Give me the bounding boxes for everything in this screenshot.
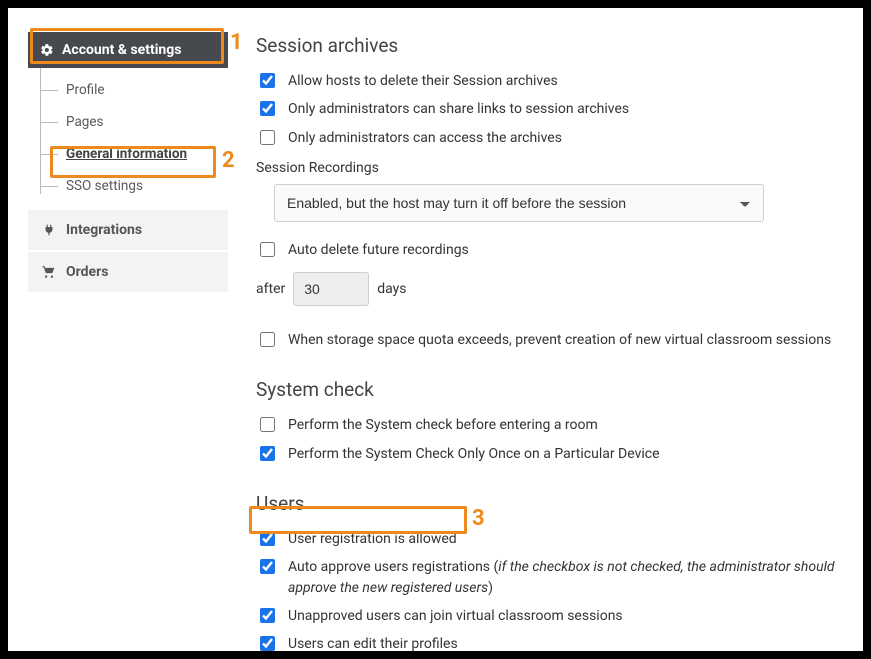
- sidebar-item-integrations[interactable]: Integrations: [28, 210, 228, 250]
- label-only-admin-access: Only administrators can access the archi…: [288, 128, 562, 148]
- content-container: Account & settings Profile Pages General…: [8, 8, 863, 651]
- checkbox-auto-delete[interactable]: [260, 242, 275, 257]
- label-auto-approve: Auto approve users registrations (if the…: [288, 557, 843, 598]
- row-only-admin-share: Only administrators can share links to s…: [256, 95, 843, 123]
- input-days[interactable]: [293, 272, 369, 306]
- checkbox-auto-approve[interactable]: [260, 559, 275, 574]
- checkbox-user-registration[interactable]: [260, 531, 275, 546]
- label-user-registration: User registration is allowed: [288, 529, 457, 549]
- sidebar-item-pages[interactable]: Pages: [52, 106, 228, 138]
- row-syscheck-before: Perform the System check before entering…: [256, 411, 843, 439]
- checkbox-storage-quota[interactable]: [260, 332, 275, 347]
- row-only-admin-access: Only administrators can access the archi…: [256, 124, 843, 152]
- sidebar-item-orders[interactable]: Orders: [28, 252, 228, 292]
- sidebar-tree: Profile Pages General information SSO se…: [28, 68, 228, 208]
- checkbox-syscheck-once[interactable]: [260, 446, 275, 461]
- section-title-session-archives: Session archives: [256, 34, 843, 57]
- checkbox-only-admin-share[interactable]: [260, 101, 275, 116]
- section-title-users: Users: [256, 492, 843, 515]
- row-after-days: after days: [256, 272, 843, 306]
- sidebar-item-label: Pages: [66, 114, 104, 130]
- checkbox-edit-profiles[interactable]: [260, 636, 275, 651]
- label-edit-profiles: Users can edit their profiles: [288, 634, 458, 654]
- row-allow-delete: Allow hosts to delete their Session arch…: [256, 67, 843, 95]
- sidebar-item-label: Orders: [66, 264, 108, 280]
- sidebar-item-sso-settings[interactable]: SSO settings: [52, 170, 228, 202]
- sidebar-header-label: Account & settings: [62, 42, 181, 58]
- row-auto-delete: Auto delete future recordings: [256, 236, 843, 264]
- sidebar-item-label: General information: [66, 146, 187, 162]
- label-after: after: [256, 281, 285, 297]
- section-title-system-check: System check: [256, 378, 843, 401]
- label-unapproved-join: Unapproved users can join virtual classr…: [288, 606, 623, 626]
- label-storage-quota: When storage space quota exceeds, preven…: [288, 330, 831, 350]
- label-auto-delete: Auto delete future recordings: [288, 240, 469, 260]
- label-syscheck-once: Perform the System Check Only Once on a …: [288, 444, 660, 464]
- app-frame: Account & settings Profile Pages General…: [0, 0, 871, 659]
- label-days: days: [377, 281, 406, 297]
- row-user-registration: User registration is allowed: [256, 525, 843, 553]
- row-unapproved-join: Unapproved users can join virtual classr…: [256, 602, 843, 630]
- gear-icon: [40, 43, 54, 57]
- row-auto-approve: Auto approve users registrations (if the…: [256, 553, 843, 602]
- cart-icon: [42, 265, 56, 279]
- label-only-admin-share: Only administrators can share links to s…: [288, 99, 629, 119]
- checkbox-allow-delete[interactable]: [260, 73, 275, 88]
- row-storage-quota: When storage space quota exceeds, preven…: [256, 326, 843, 354]
- select-session-recordings[interactable]: Enabled, but the host may turn it off be…: [274, 184, 764, 222]
- label-syscheck-before: Perform the System check before entering…: [288, 415, 598, 435]
- sidebar-item-label: Integrations: [66, 222, 142, 238]
- checkbox-syscheck-before[interactable]: [260, 417, 275, 432]
- main-content: Session archives Allow hosts to delete t…: [228, 32, 843, 631]
- row-edit-profiles: Users can edit their profiles: [256, 630, 843, 658]
- sidebar-item-profile[interactable]: Profile: [52, 74, 228, 106]
- row-syscheck-once: Perform the System Check Only Once on a …: [256, 440, 843, 468]
- sidebar-item-label: Profile: [66, 82, 105, 98]
- checkbox-unapproved-join[interactable]: [260, 608, 275, 623]
- sidebar-item-label: SSO settings: [66, 178, 143, 194]
- label-session-recordings: Session Recordings: [256, 160, 843, 176]
- label-allow-delete: Allow hosts to delete their Session arch…: [288, 71, 558, 91]
- sidebar: Account & settings Profile Pages General…: [28, 32, 228, 631]
- sidebar-item-general-information[interactable]: General information: [52, 138, 228, 170]
- plug-icon: [42, 223, 56, 237]
- sidebar-item-account-settings[interactable]: Account & settings: [28, 32, 228, 68]
- checkbox-only-admin-access[interactable]: [260, 130, 275, 145]
